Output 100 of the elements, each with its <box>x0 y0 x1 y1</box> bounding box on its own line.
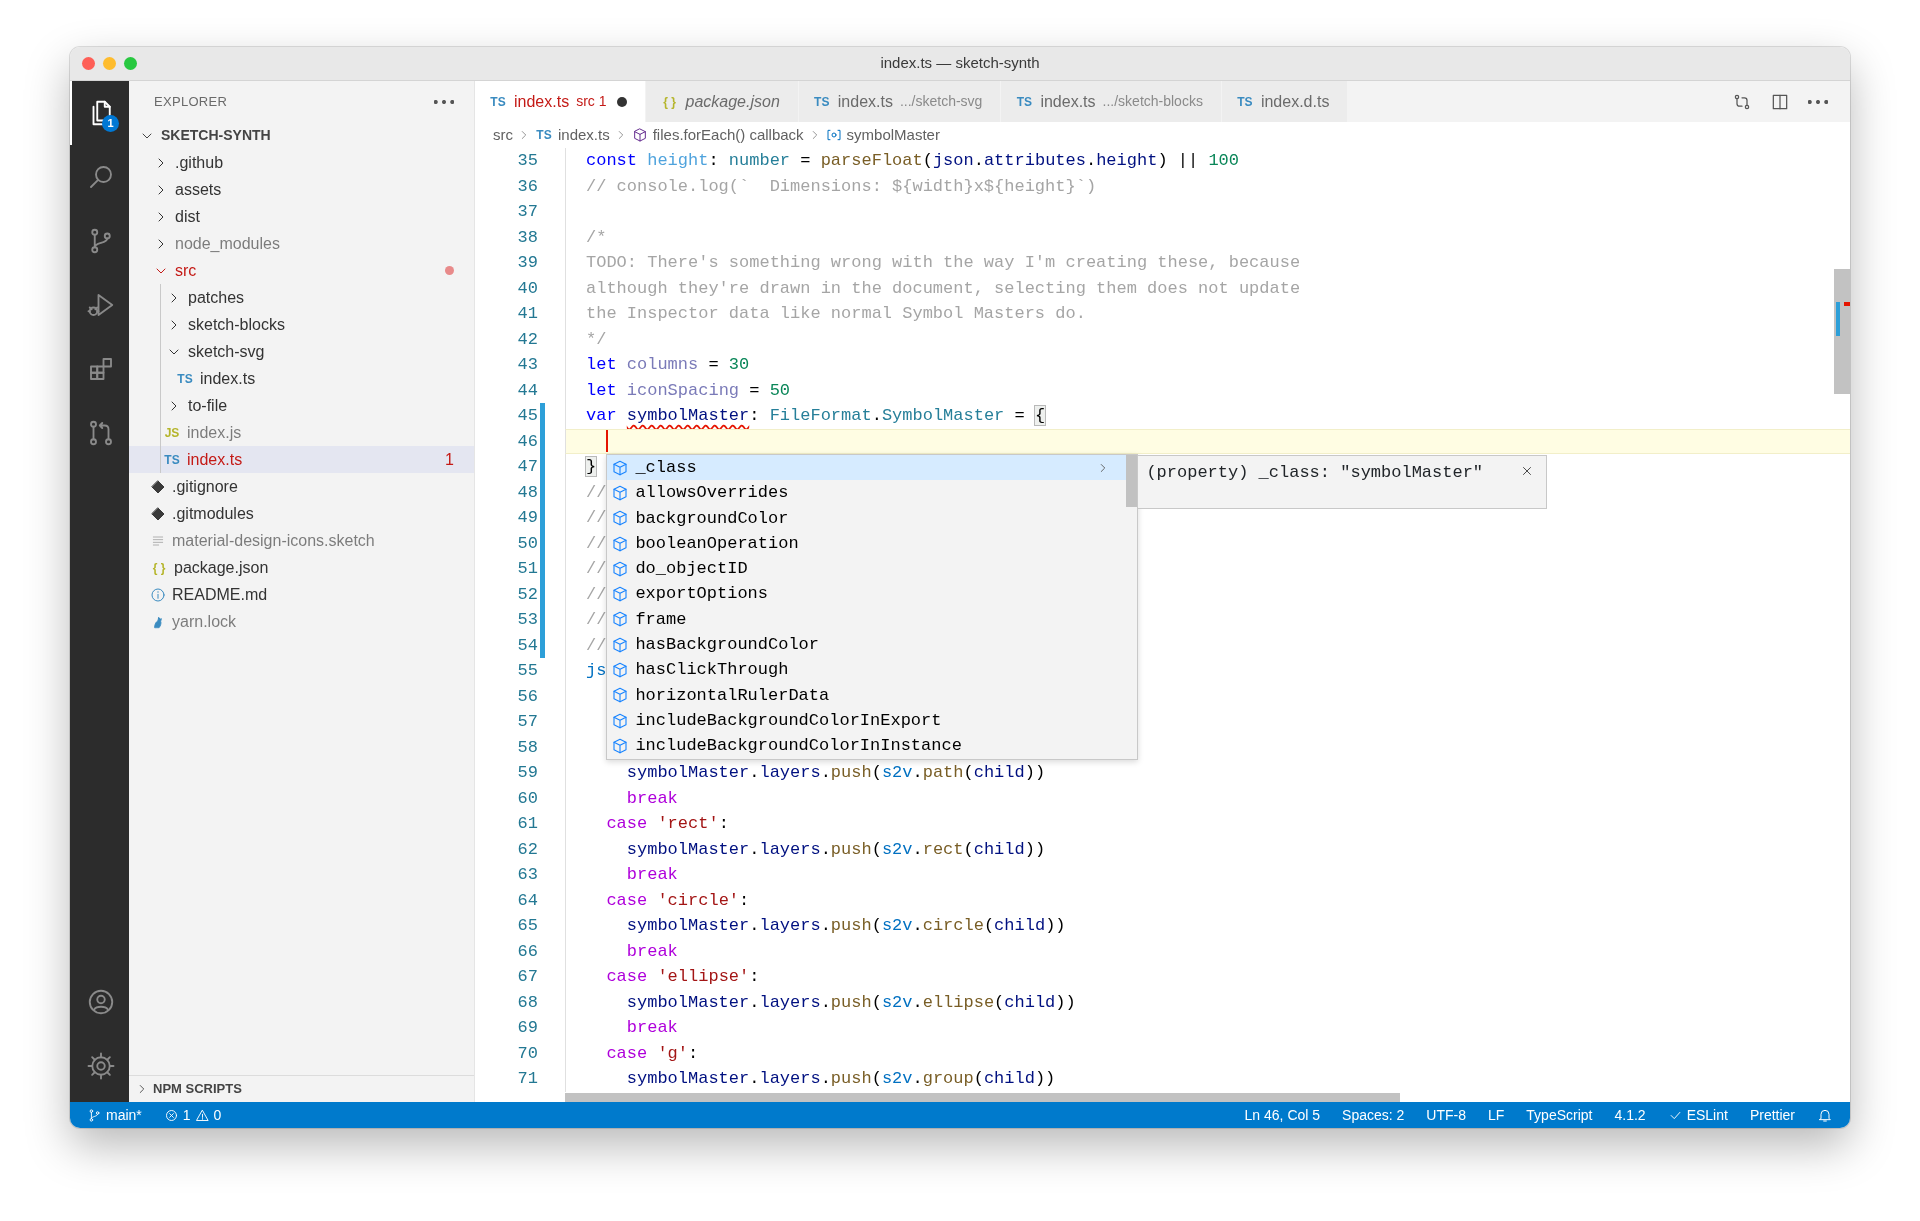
tree-item[interactable]: sketch-blocks <box>129 311 474 338</box>
close-window-button[interactable] <box>82 57 95 70</box>
status-item[interactable]: LF <box>1481 1104 1512 1126</box>
tree-item[interactable]: { } package.json <box>129 554 474 581</box>
variable-icon <box>825 127 842 143</box>
tree-item[interactable]: TS index.ts <box>129 365 474 392</box>
suggestion-item[interactable]: frame <box>607 606 1127 633</box>
code-line: // <box>586 482 607 502</box>
status-item[interactable]: 1 0 <box>156 1104 229 1126</box>
tree-item[interactable]: patches <box>129 284 474 311</box>
horizontal-scrollbar[interactable] <box>565 1093 1400 1102</box>
breadcrumb-item[interactable]: files.forEach() callback <box>631 123 804 147</box>
toolbar-button[interactable] <box>1808 99 1828 104</box>
status-item[interactable]: main* <box>80 1104 149 1126</box>
tree-item[interactable]: material-design-icons.sketch <box>129 527 474 554</box>
editor-tab[interactable]: TS index.ts .../sketch-blocks <box>1001 81 1222 122</box>
line-number: 46 <box>516 430 539 453</box>
suggestion-item[interactable]: includeBackgroundColorInExport <box>607 707 1127 734</box>
line-number: 60 <box>516 787 539 810</box>
suggestion-item[interactable]: do_objectID <box>607 556 1127 582</box>
status-item[interactable]: Prettier <box>1742 1104 1802 1126</box>
editor-tab[interactable]: { } package.json <box>646 81 799 122</box>
tree-item[interactable]: yarn.lock <box>129 608 474 635</box>
code-line: // console.log(` Dimensions: ${width}x${height}`) <box>586 176 1097 196</box>
breadcrumb-item[interactable]: TS index.ts <box>535 123 610 147</box>
editor-tab[interactable]: TS index.d.ts <box>1221 81 1349 122</box>
editor-tab[interactable]: TS index.ts src 1 <box>475 81 647 122</box>
line-number: 59 <box>516 762 539 784</box>
tree-item[interactable]: dist <box>129 203 474 230</box>
status-item[interactable]: TypeScript <box>1519 1104 1600 1126</box>
suggestion-item[interactable]: includeBackgroundColorInInstance <box>607 733 1127 759</box>
code-line: case 'circle': <box>605 890 750 910</box>
code-line: */ <box>586 329 607 349</box>
line-number: 71 <box>516 1068 539 1090</box>
suggestion-item[interactable]: horizontalRulerData <box>607 682 1127 708</box>
line-number: 41 <box>516 303 539 325</box>
suggestion-item[interactable]: booleanOperation <box>607 530 1127 557</box>
status-item[interactable]: ESLint <box>1660 1104 1735 1126</box>
tree-item[interactable]: sketch-svg <box>129 338 474 365</box>
line-number: 51 <box>516 558 539 580</box>
tree-item[interactable]: assets <box>129 176 474 203</box>
line-number: 40 <box>516 277 539 300</box>
suggestion-item[interactable]: hasClickThrough <box>607 657 1127 683</box>
property-icon <box>611 534 630 553</box>
line-number: 61 <box>516 813 539 835</box>
more-icon <box>434 99 454 104</box>
line-number: 45 <box>516 405 539 427</box>
suggestion-item[interactable]: exportOptions <box>607 581 1127 607</box>
status-item[interactable]: UTF-8 <box>1419 1104 1473 1126</box>
code-line: case 'ellipse': <box>605 967 760 986</box>
suggestion-item[interactable]: _class <box>607 455 1127 481</box>
suggestion-item[interactable]: allowsOverrides <box>607 480 1127 506</box>
status-item[interactable]: 4.1.2 <box>1607 1104 1653 1126</box>
tree-item[interactable]: to-file <box>129 392 474 419</box>
breadcrumb-item[interactable]: symbolMaster <box>825 123 940 147</box>
code-line: break <box>625 1018 678 1037</box>
tree-item[interactable]: SKETCH-SYNTH <box>129 122 474 149</box>
property-icon <box>611 509 630 528</box>
tree-item[interactable]: README.md <box>129 581 474 608</box>
property-icon <box>611 483 630 502</box>
code-line: break <box>625 788 678 808</box>
property-icon <box>611 585 630 604</box>
status-item[interactable]: Spaces: 2 <box>1335 1104 1412 1126</box>
line-number: 69 <box>516 1017 539 1039</box>
status-item[interactable]: Ln 46, Col 5 <box>1237 1104 1328 1126</box>
line-number: 66 <box>516 940 539 963</box>
code-line: break <box>625 941 678 961</box>
tree-item[interactable]: .gitignore <box>129 473 474 500</box>
code-line: // <box>586 533 607 553</box>
diamond-icon <box>150 478 166 495</box>
vertical-scrollbar[interactable] <box>1834 269 1850 394</box>
detail-text: (property) _class: "symbolMaster" <box>1146 462 1484 484</box>
line-number: 36 <box>516 175 539 198</box>
property-icon <box>611 736 630 755</box>
change-marker <box>1836 302 1840 336</box>
line-number: 54 <box>516 634 539 657</box>
scrollbar-thumb[interactable] <box>1126 455 1138 507</box>
method-icon <box>631 127 648 143</box>
suggestion-item[interactable]: hasBackgroundColor <box>607 632 1127 658</box>
editor-tab[interactable]: TS index.ts .../sketch-svg <box>798 81 1002 122</box>
tree-item[interactable]: JS index.js <box>129 419 474 446</box>
property-icon <box>611 458 630 477</box>
code-line: const height: number = parseFloat(json.attributes.height) || 100 <box>586 151 1239 170</box>
tree-item[interactable]: TS index.ts 1 <box>129 446 474 473</box>
error-marker <box>1844 302 1850 306</box>
suggestion-item[interactable]: backgroundColor <box>607 505 1127 531</box>
line-number: 47 <box>516 456 539 478</box>
breadcrumb-item[interactable]: src <box>493 123 513 147</box>
tree-item[interactable]: node_modules <box>129 230 474 257</box>
line-number: 64 <box>516 889 539 912</box>
warning-icon <box>194 1107 210 1123</box>
code-line: // <box>586 584 607 604</box>
more-actions-button[interactable] <box>434 99 454 104</box>
line-number: 65 <box>516 915 539 937</box>
line-number: 68 <box>516 991 539 1014</box>
tree-item[interactable]: .github <box>129 149 474 176</box>
code-line: case 'g': <box>605 1043 699 1063</box>
tree-item[interactable]: .gitmodules <box>129 500 474 527</box>
line-number: 35 <box>516 150 539 172</box>
tree-item[interactable]: src <box>129 257 474 284</box>
